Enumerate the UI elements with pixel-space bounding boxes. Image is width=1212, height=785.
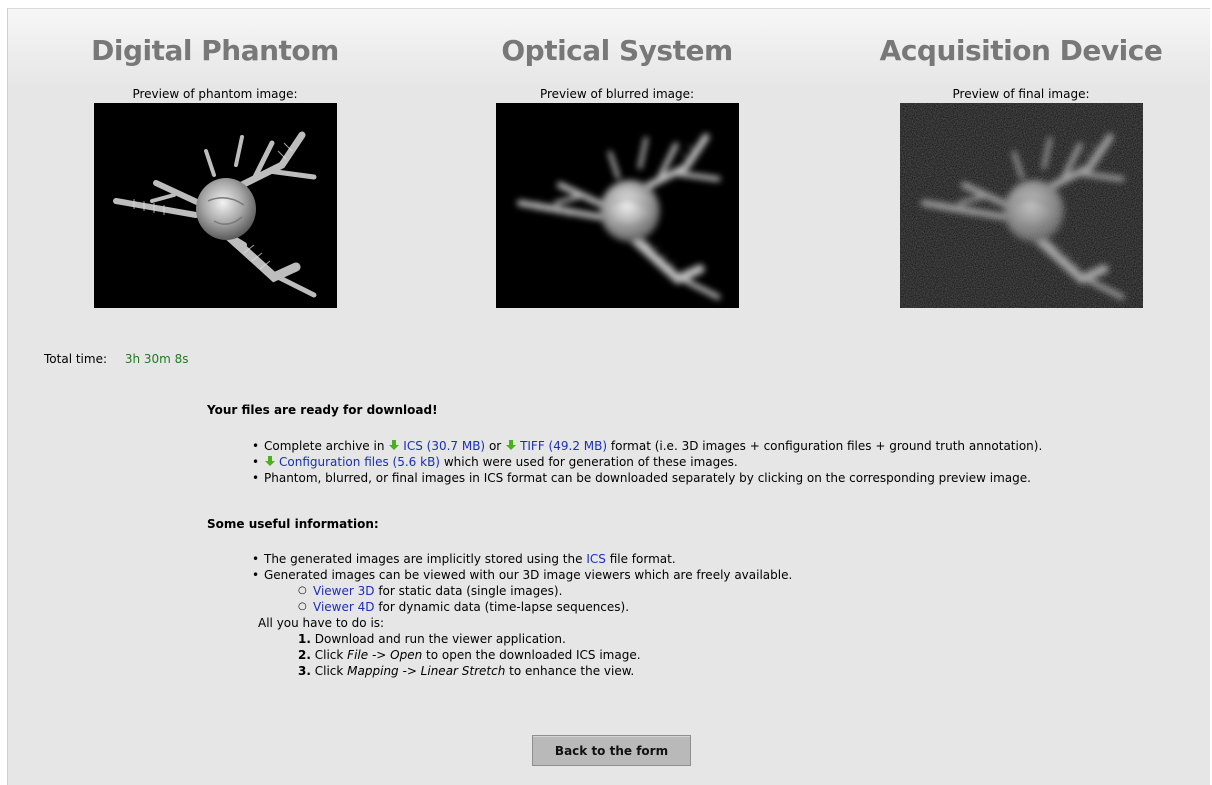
info-heading: Some useful information:	[207, 517, 379, 531]
config-download-link[interactable]: Configuration files (5.6 kB)	[264, 455, 440, 469]
phantom-column: Digital Phantom Preview of phantom image…	[50, 31, 380, 308]
viewer-3d-desc: for static data (single images).	[378, 584, 563, 598]
phantom-caption: Preview of phantom image:	[132, 87, 298, 101]
viewers-text: Generated images can be viewed with our …	[264, 568, 793, 582]
viewer-list: Viewer 3D for static data (single images…	[207, 583, 1197, 615]
download-arrow-icon	[265, 456, 275, 466]
ics-format-link[interactable]: ICS	[586, 552, 606, 566]
blurred-preview-image[interactable]	[495, 103, 739, 308]
list-item: Configuration files (5.6 kB) which were …	[207, 454, 1197, 470]
config-suffix: which were used for generation of these …	[443, 455, 738, 469]
final-preview-image[interactable]	[899, 103, 1143, 308]
menu-path: File -> Open	[347, 648, 423, 662]
list-item: Complete archive in ICS (30.7 MB) or TIF…	[207, 438, 1197, 454]
final-caption: Preview of final image:	[952, 87, 1090, 101]
viewer-3d-link[interactable]: Viewer 3D	[313, 584, 374, 598]
info-section: Some useful information: The generated i…	[207, 517, 1197, 679]
viewer-4d-desc: for dynamic data (time-lapse sequences).	[378, 600, 630, 614]
list-item: The generated images are implicitly stor…	[207, 551, 1197, 567]
back-to-form-button[interactable]: Back to the form	[532, 735, 691, 766]
step-item: 3. Click Mapping -> Linear Stretch to en…	[207, 663, 1197, 679]
downloads-heading: Your files are ready for download!	[207, 403, 438, 417]
config-link-label: Configuration files (5.6 kB)	[279, 455, 440, 469]
total-time-label: Total time:	[44, 352, 107, 366]
downloads-section: Your files are ready for download! Compl…	[207, 403, 1197, 486]
final-title: Acquisition Device	[879, 34, 1163, 67]
list-item: Generated images can be viewed with our …	[207, 567, 1197, 583]
phantom-preview-image[interactable]	[93, 103, 337, 308]
step-text: Click	[314, 648, 344, 662]
download-arrow-icon	[389, 440, 400, 450]
step-number: 3.	[298, 664, 311, 678]
step-text: to open the downloaded ICS image.	[426, 648, 641, 662]
download-arrow-icon	[506, 440, 517, 450]
ics-info-prefix: The generated images are implicitly stor…	[264, 552, 583, 566]
downloads-list: Complete archive in ICS (30.7 MB) or TIF…	[207, 438, 1197, 486]
phantom-title: Digital Phantom	[91, 34, 339, 67]
tiff-download-link[interactable]: TIFF (49.2 MB)	[505, 439, 607, 453]
ics-info-suffix: file format.	[609, 552, 676, 566]
list-item: Phantom, blurred, or final images in ICS…	[207, 470, 1197, 486]
archive-prefix: Complete archive in	[264, 439, 385, 453]
step-text: Click	[314, 664, 344, 678]
ics-download-link[interactable]: ICS (30.7 MB)	[388, 439, 485, 453]
steps-list: 1. Download and run the viewer applicati…	[207, 631, 1197, 679]
step-item: 2. Click File -> Open to open the downlo…	[207, 647, 1197, 663]
blurred-title: Optical System	[501, 34, 733, 67]
menu-path: Mapping -> Linear Stretch	[347, 664, 506, 678]
step-text: to enhance the view.	[509, 664, 635, 678]
step-number: 1.	[298, 632, 311, 646]
viewer-4d-link[interactable]: Viewer 4D	[313, 600, 374, 614]
step-text: Download and run the viewer application.	[314, 632, 566, 646]
info-list: The generated images are implicitly stor…	[207, 551, 1197, 583]
final-column: Acquisition Device Preview of final imag…	[856, 31, 1186, 308]
ics-link-label: ICS (30.7 MB)	[403, 439, 486, 453]
list-item: Viewer 3D for static data (single images…	[207, 583, 1197, 599]
step-item: 1. Download and run the viewer applicati…	[207, 631, 1197, 647]
total-time-value: 3h 30m 8s	[124, 352, 189, 366]
tiff-link-label: TIFF (49.2 MB)	[520, 439, 608, 453]
todo-text: All you have to do is:	[258, 616, 385, 630]
blurred-column: Optical System Preview of blurred image:	[452, 31, 782, 308]
total-time: Total time: 3h 30m 8s	[44, 352, 189, 366]
blurred-caption: Preview of blurred image:	[539, 87, 695, 101]
or-text: or	[488, 439, 502, 453]
archive-suffix: format (i.e. 3D images + configuration f…	[610, 439, 1043, 453]
step-number: 2.	[298, 648, 311, 662]
list-item: Viewer 4D for dynamic data (time-lapse s…	[207, 599, 1197, 615]
